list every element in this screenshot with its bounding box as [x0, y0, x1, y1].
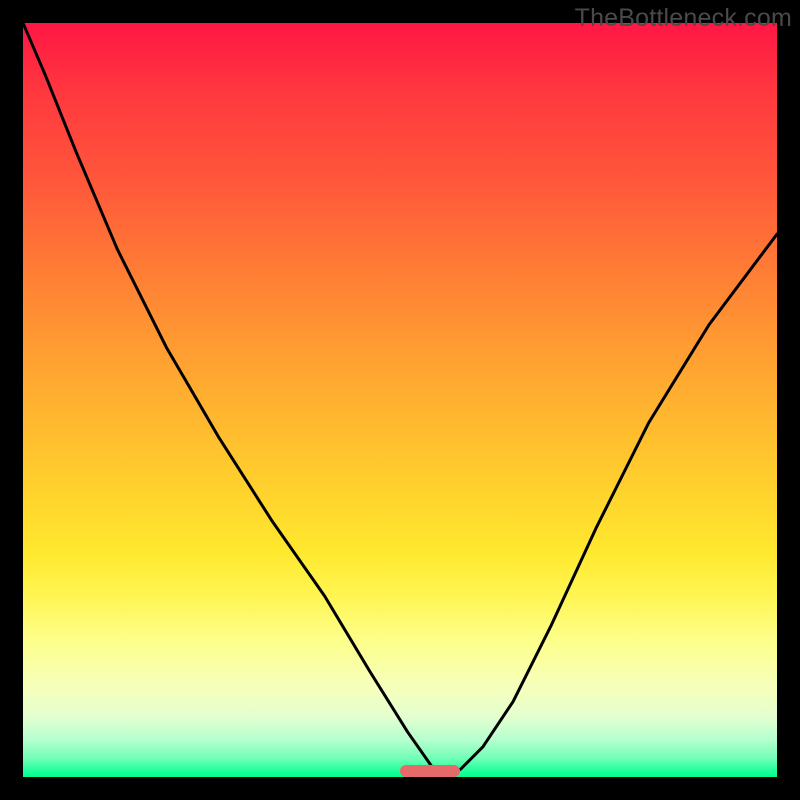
optimum-marker — [400, 765, 460, 777]
watermark-text: TheBottleneck.com — [575, 4, 792, 33]
bottleneck-curve — [23, 23, 777, 777]
chart-frame: TheBottleneck.com — [0, 0, 800, 800]
curve-path — [23, 23, 777, 770]
